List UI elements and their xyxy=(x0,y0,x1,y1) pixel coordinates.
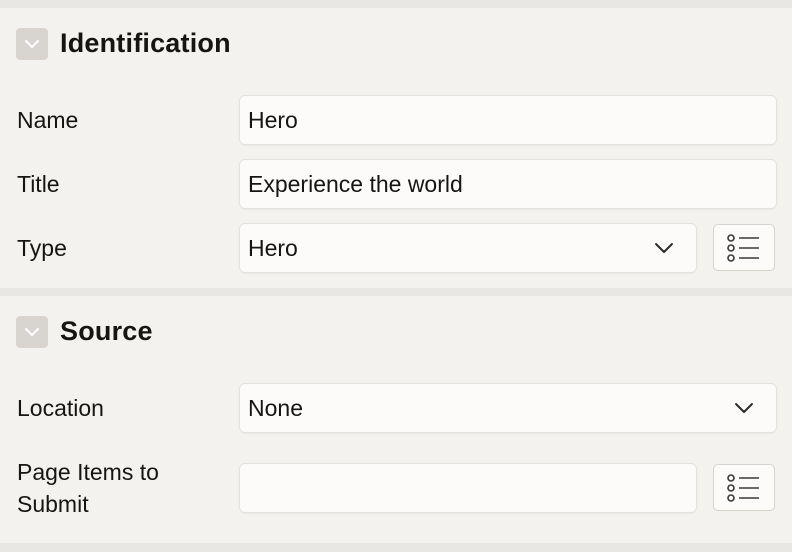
chevron-down-icon xyxy=(25,40,39,48)
identification-collapse-button[interactable] xyxy=(16,28,48,60)
page-items-label-line1: Page Items to xyxy=(17,459,159,485)
source-section: Source Location None Page Items to Submi… xyxy=(0,296,792,543)
title-label: Title xyxy=(17,171,60,197)
list-icon xyxy=(727,233,759,262)
page-items-label: Page Items to Submit xyxy=(17,456,159,520)
source-title: Source xyxy=(60,316,153,346)
identification-section: Identification Name Hero Title Experienc… xyxy=(0,8,792,288)
type-picker-button[interactable] xyxy=(713,224,775,271)
page-items-label-line2: Submit xyxy=(17,491,89,517)
title-input[interactable]: Experience the world xyxy=(240,160,776,208)
list-icon xyxy=(727,473,759,502)
location-select[interactable]: None xyxy=(240,384,776,432)
chevron-down-icon xyxy=(25,328,39,336)
chevron-down-icon xyxy=(640,224,688,272)
page-items-picker-button[interactable] xyxy=(713,464,775,511)
type-select-value: Hero xyxy=(248,234,298,261)
name-input-value: Hero xyxy=(248,106,298,133)
name-label: Name xyxy=(17,107,79,133)
source-collapse-button[interactable] xyxy=(16,316,48,348)
page-items-input[interactable] xyxy=(240,464,696,512)
chevron-down-icon xyxy=(720,384,768,432)
location-select-value: None xyxy=(248,394,303,421)
title-input-value: Experience the world xyxy=(248,170,463,197)
type-label: Type xyxy=(17,235,67,261)
location-label: Location xyxy=(17,395,104,421)
identification-title: Identification xyxy=(60,28,231,58)
type-select[interactable]: Hero xyxy=(240,224,696,272)
name-input[interactable]: Hero xyxy=(240,96,776,144)
